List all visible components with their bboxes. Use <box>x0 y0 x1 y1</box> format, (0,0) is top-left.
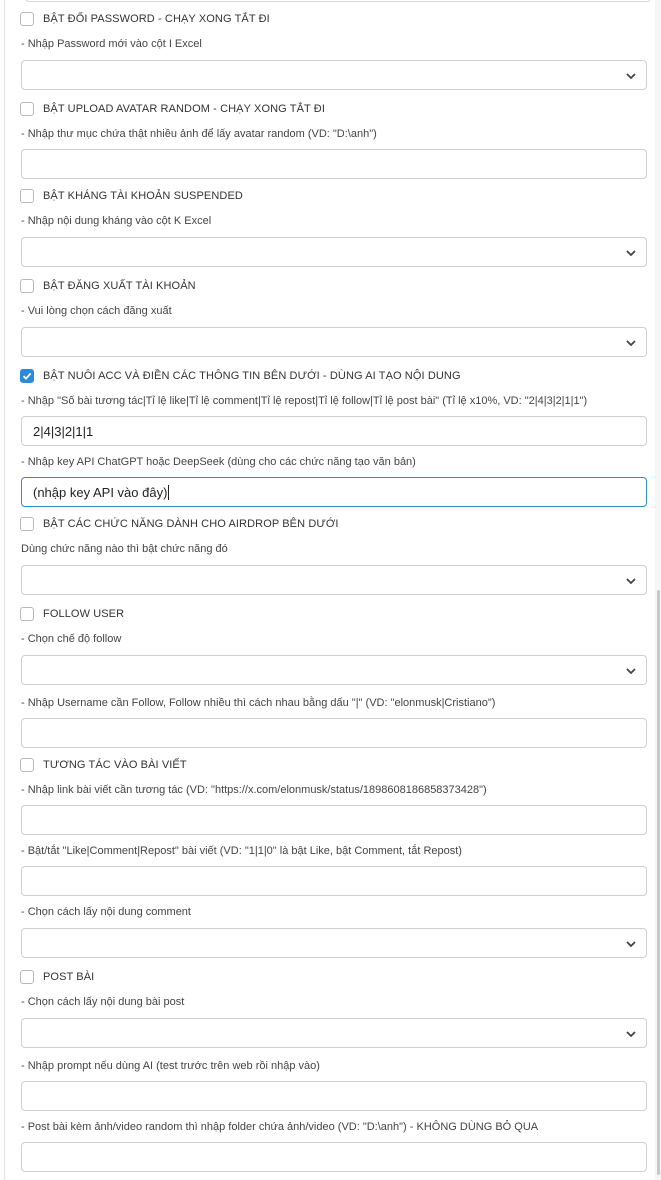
airdrop-select[interactable] <box>21 565 647 595</box>
check-icon <box>22 372 32 380</box>
toggle-follow-user-label: FOLLOW USER <box>43 608 125 620</box>
checkbox-post[interactable] <box>20 970 34 984</box>
like-comment-repost-hint: - Bật/tắt "Like|Comment|Repost" bài viết… <box>21 845 462 857</box>
chevron-down-icon <box>626 941 636 948</box>
toggle-interact-post[interactable]: TƯƠNG TÁC VÀO BÀI VIẾT <box>20 756 187 774</box>
checkbox-appeal-suspended[interactable] <box>20 189 34 203</box>
checkbox-nurture-account[interactable] <box>20 369 34 383</box>
ai-prompt-hint: - Nhập prompt nếu dùng AI (test trước tr… <box>21 1060 320 1072</box>
checkbox-interact-post[interactable] <box>20 758 34 772</box>
post-content-hint: - Chọn cách lấy nội dung bài post <box>21 996 185 1008</box>
toggle-post-label: POST BÀI <box>43 971 95 983</box>
toggle-airdrop-label: BẬT CÁC CHỨC NĂNG DÀNH CHO AIRDROP BÊN D… <box>43 518 339 530</box>
chevron-down-icon <box>626 340 636 347</box>
checkbox-upload-avatar[interactable] <box>20 102 34 116</box>
media-folder-hint: - Post bài kèm ảnh/video random thì nhập… <box>21 1121 539 1133</box>
media-folder-input[interactable] <box>21 1142 647 1172</box>
post-link-hint: - Nhập link bài viết cần tương tác (VD: … <box>21 784 487 796</box>
checkbox-follow-user[interactable] <box>20 607 34 621</box>
follow-username-hint: - Nhập Username cần Follow, Follow nhiều… <box>21 697 496 709</box>
toggle-change-password-label: BẬT ĐỔI PASSWORD - CHẠY XONG TẮT ĐI <box>43 13 270 25</box>
ratio-value: 2|4|3|2|1|1 <box>33 424 94 439</box>
toggle-interact-post-label: TƯƠNG TÁC VÀO BÀI VIẾT <box>43 759 187 771</box>
password-hint: - Nhập Password mới vào cột I Excel <box>21 38 202 50</box>
comment-source-hint: - Chọn cách lấy nội dung comment <box>21 906 191 918</box>
chevron-down-icon <box>626 250 636 257</box>
toggle-logout[interactable]: BẬT ĐĂNG XUẤT TÀI KHOẢN <box>20 277 196 295</box>
toggle-upload-avatar-label: BẬT UPLOAD AVATAR RANDOM - CHẠY XONG TẮT… <box>43 103 326 115</box>
follow-mode-select[interactable] <box>21 655 647 685</box>
api-key-hint: - Nhập key API ChatGPT hoặc DeepSeek (dù… <box>21 456 416 468</box>
vertical-scrollbar[interactable] <box>655 0 661 1180</box>
checkbox-change-password[interactable] <box>20 12 34 26</box>
like-comment-repost-input[interactable] <box>21 866 647 896</box>
toggle-appeal-suspended[interactable]: BẬT KHÁNG TÀI KHOẢN SUSPENDED <box>20 187 243 205</box>
toggle-change-password[interactable]: BẬT ĐỔI PASSWORD - CHẠY XONG TẮT ĐI <box>20 10 270 28</box>
api-key-value: (nhập key API vào đây) <box>33 485 170 500</box>
post-content-select[interactable] <box>21 1018 647 1048</box>
toggle-nurture-account-label: BẬT NUÔI ACC VÀ ĐIỀN CÁC THÔNG TIN BÊN D… <box>43 370 461 382</box>
logout-select[interactable] <box>21 327 647 357</box>
comment-source-select[interactable] <box>21 928 647 958</box>
toggle-airdrop[interactable]: BẬT CÁC CHỨC NĂNG DÀNH CHO AIRDROP BÊN D… <box>20 515 339 533</box>
appeal-hint: - Nhập nội dung kháng vào cột K Excel <box>21 215 212 227</box>
previous-field-edge[interactable] <box>25 0 651 2</box>
airdrop-hint: Dùng chức năng nào thì bật chức năng đó <box>21 543 228 555</box>
ratio-input[interactable]: 2|4|3|2|1|1 <box>21 416 647 446</box>
scrollbar-thumb[interactable] <box>657 590 660 1175</box>
ratio-hint: - Nhập "Số bài tương tác|Tỉ lệ like|Tỉ l… <box>21 395 588 407</box>
post-link-input[interactable] <box>21 805 647 835</box>
appeal-select[interactable] <box>21 237 647 267</box>
checkbox-airdrop[interactable] <box>20 517 34 531</box>
avatar-folder-input[interactable] <box>21 149 647 179</box>
checkbox-logout[interactable] <box>20 279 34 293</box>
api-key-input[interactable]: (nhập key API vào đây) <box>21 477 647 507</box>
ai-prompt-input[interactable] <box>21 1081 647 1111</box>
text-caret <box>168 485 170 500</box>
chevron-down-icon <box>626 1031 636 1038</box>
avatar-folder-hint: - Nhập thư mục chứa thật nhiều ảnh để lấ… <box>21 128 377 140</box>
chevron-down-icon <box>626 73 636 80</box>
toggle-follow-user[interactable]: FOLLOW USER <box>20 605 124 623</box>
toggle-upload-avatar[interactable]: BẬT UPLOAD AVATAR RANDOM - CHẠY XONG TẮT… <box>20 100 325 118</box>
toggle-post[interactable]: POST BÀI <box>20 968 94 986</box>
toggle-nurture-account[interactable]: BẬT NUÔI ACC VÀ ĐIỀN CÁC THÔNG TIN BÊN D… <box>20 367 461 385</box>
follow-mode-hint: - Chọn chế độ follow <box>21 633 122 645</box>
chevron-down-icon <box>626 578 636 585</box>
toggle-logout-label: BẬT ĐĂNG XUẤT TÀI KHOẢN <box>43 280 196 292</box>
password-select[interactable] <box>21 60 647 90</box>
logout-hint: - Vui lòng chọn cách đăng xuất <box>21 305 172 317</box>
follow-username-input[interactable] <box>21 718 647 748</box>
chevron-down-icon <box>626 668 636 675</box>
toggle-appeal-suspended-label: BẬT KHÁNG TÀI KHOẢN SUSPENDED <box>43 190 243 202</box>
